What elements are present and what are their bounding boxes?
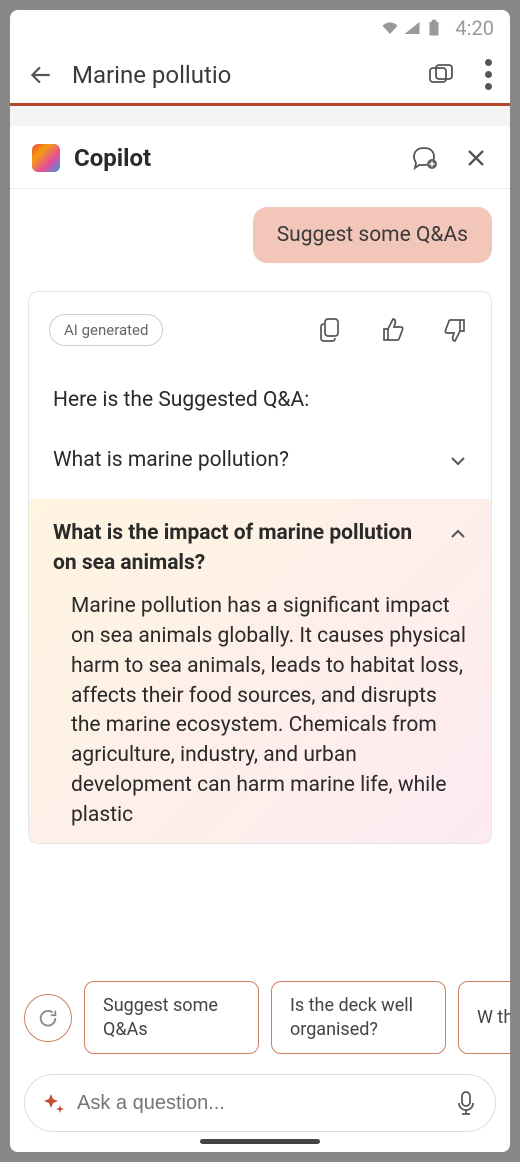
copilot-panel: Copilot Suggest some Q&As AI generated H…	[10, 126, 510, 1152]
question-input[interactable]	[77, 1092, 443, 1115]
suggestion-chip[interactable]: Is the deck well organised?	[271, 981, 446, 1054]
thumbs-down-icon[interactable]	[443, 317, 467, 343]
refresh-icon	[37, 1007, 59, 1029]
response-card: AI generated Here is the Suggested Q&A: …	[28, 291, 492, 844]
mic-icon[interactable]	[455, 1090, 477, 1116]
response-intro: Here is the Suggested Q&A:	[29, 358, 491, 422]
status-time: 4:20	[455, 16, 494, 40]
status-bar: 4:20	[10, 10, 510, 46]
home-indicator[interactable]	[200, 1139, 320, 1144]
response-actions: AI generated	[29, 292, 491, 358]
qa-question: What is the impact of marine pollution o…	[53, 519, 437, 578]
back-icon[interactable]	[28, 62, 54, 88]
new-chat-icon[interactable]	[410, 144, 438, 172]
copilot-logo-icon	[32, 144, 60, 172]
battery-icon	[425, 19, 443, 37]
separator	[10, 106, 510, 126]
chat-area: Suggest some Q&As AI generated Here is t…	[10, 189, 510, 961]
app-header: Marine pollutio	[10, 46, 510, 106]
close-icon[interactable]	[464, 146, 488, 170]
sparkle-icon	[43, 1092, 65, 1114]
ai-generated-badge: AI generated	[49, 314, 163, 346]
present-icon[interactable]	[427, 61, 455, 89]
more-icon[interactable]	[485, 59, 492, 90]
copy-icon[interactable]	[319, 317, 343, 343]
qa-item-collapsed[interactable]: What is marine pollution?	[29, 422, 491, 499]
thumbs-up-icon[interactable]	[381, 317, 405, 343]
signal-icon	[403, 19, 421, 37]
user-message: Suggest some Q&As	[253, 207, 492, 263]
copilot-header: Copilot	[10, 126, 510, 189]
document-title: Marine pollutio	[72, 61, 409, 89]
qa-answer: Marine pollution has a significant impac…	[53, 578, 467, 831]
qa-question: What is marine pollution?	[53, 446, 437, 475]
refresh-button[interactable]	[24, 994, 72, 1042]
suggestion-chip[interactable]: W th	[458, 981, 510, 1054]
suggestion-bar: Suggest some Q&As Is the deck well organ…	[10, 961, 510, 1068]
suggestion-chip[interactable]: Suggest some Q&As	[84, 981, 259, 1054]
copilot-title: Copilot	[74, 144, 396, 172]
chevron-up-icon	[449, 525, 467, 543]
wifi-icon	[381, 19, 399, 37]
chevron-down-icon	[449, 452, 467, 470]
qa-item-expanded[interactable]: What is the impact of marine pollution o…	[29, 499, 491, 842]
input-bar[interactable]	[24, 1074, 496, 1132]
